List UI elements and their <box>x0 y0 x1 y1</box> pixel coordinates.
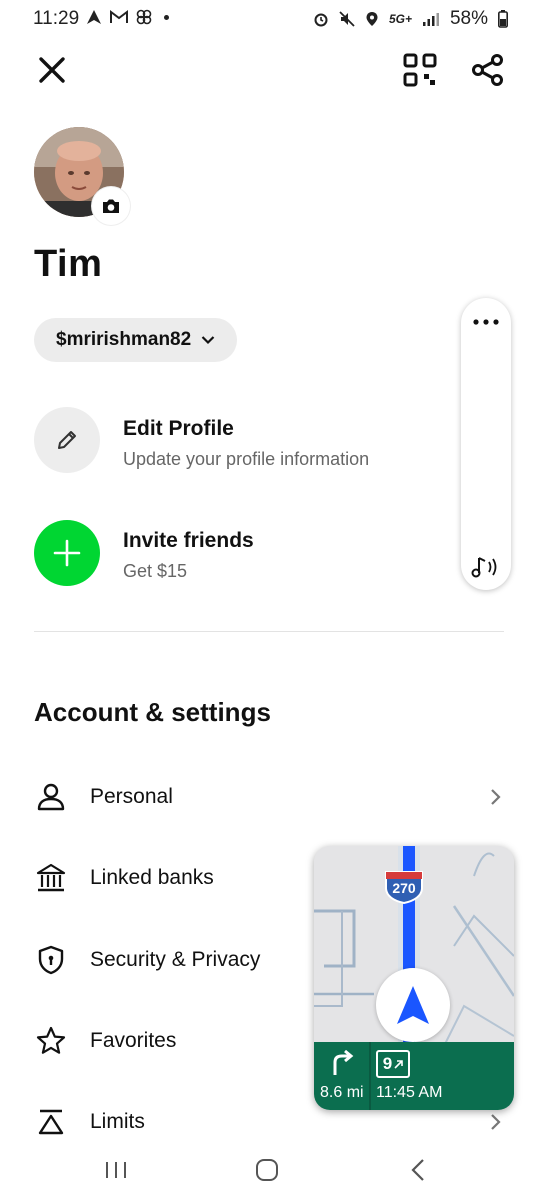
camera-icon <box>103 199 119 213</box>
edit-profile-title: Edit Profile <box>123 417 234 440</box>
share-button[interactable] <box>466 48 510 92</box>
chevron-down-icon <box>201 336 215 345</box>
more-options-button[interactable] <box>469 308 503 336</box>
settings-item-personal[interactable]: Personal <box>34 777 504 817</box>
interstate-number: 270 <box>392 880 416 896</box>
shield-icon <box>34 943 68 977</box>
turn-right-icon <box>333 1050 354 1075</box>
limits-icon <box>34 1105 68 1139</box>
floating-side-toolbar <box>461 298 511 590</box>
status-bar: 11:29 5G+ 58% <box>0 0 538 38</box>
pencil-icon <box>58 431 76 449</box>
settings-item-label: Personal <box>90 785 173 808</box>
navigation-map-overlay[interactable]: 270 9 8.6 mi 11:45 AM <box>314 846 514 1110</box>
back-icon <box>411 1159 424 1181</box>
edit-profile-row[interactable]: Edit Profile Update your profile informa… <box>34 407 454 475</box>
settings-item-favorites[interactable]: Favorites <box>34 1021 304 1061</box>
settings-item-linked-banks[interactable]: Linked banks <box>34 858 304 898</box>
distance-to-turn: 8.6 mi <box>320 1084 364 1101</box>
battery-percent: 58% <box>449 8 488 29</box>
battery-icon <box>498 10 508 28</box>
cashtag-dropdown[interactable]: $mririshman82 <box>34 318 238 362</box>
cashtag-label: $mririshman82 <box>56 329 192 350</box>
close-button[interactable] <box>30 48 74 92</box>
home-icon <box>256 1159 278 1181</box>
chevron-right-icon <box>491 789 501 805</box>
settings-item-label: Linked banks <box>90 866 214 889</box>
profile-name: Tim <box>34 243 103 285</box>
invite-friends-icon-circle <box>34 520 100 586</box>
sound-assistant-button[interactable] <box>468 552 504 582</box>
more-horizontal-icon <box>473 319 499 325</box>
system-navigation-bar <box>0 1140 538 1200</box>
back-button[interactable] <box>394 1148 442 1192</box>
status-notification-icons <box>86 9 169 25</box>
bank-icon <box>34 861 68 895</box>
recent-apps-icon <box>106 1162 126 1178</box>
change-photo-button[interactable] <box>92 187 130 225</box>
close-icon <box>39 57 65 83</box>
music-sound-icon <box>471 557 497 578</box>
eta-time: 11:45 AM <box>376 1084 443 1101</box>
settings-item-label: Security & Privacy <box>90 948 261 971</box>
signal-icon <box>422 13 439 26</box>
network-type: 5G+ <box>388 12 412 26</box>
invite-friends-row[interactable]: Invite friends Get $15 <box>34 520 454 588</box>
invite-friends-subtitle: Get $15 <box>123 561 188 581</box>
edit-profile-icon-circle <box>34 407 100 473</box>
recent-apps-button[interactable] <box>92 1148 140 1192</box>
interstate-shield: 270 <box>384 870 424 904</box>
current-location-marker <box>376 968 450 1042</box>
more-notifications-dot-icon <box>164 14 169 20</box>
settings-item-label: Limits <box>90 1110 145 1133</box>
gmail-icon <box>110 10 128 23</box>
share-icon <box>472 54 503 86</box>
alarm-icon <box>314 13 328 27</box>
status-time: 11:29 <box>33 8 80 29</box>
settings-item-label: Favorites <box>90 1029 177 1052</box>
account-settings-heading: Account & settings <box>34 697 271 727</box>
navigation-arrow-icon <box>87 10 101 24</box>
edit-profile-subtitle: Update your profile information <box>123 449 370 469</box>
invite-friends-title: Invite friends <box>123 529 254 552</box>
turn-instruction-bar[interactable]: 9 8.6 mi 11:45 AM <box>314 1042 514 1110</box>
status-system-icons: 5G+ 58% <box>313 8 508 30</box>
exit-number: 9 <box>382 1054 393 1073</box>
exit-arrow-icon <box>394 1059 404 1069</box>
star-icon <box>34 1024 68 1058</box>
settings-item-security-privacy[interactable]: Security & Privacy <box>34 940 304 980</box>
qr-code-icon <box>403 53 437 87</box>
navigation-arrow-icon <box>397 986 429 1024</box>
exit-sign: 9 <box>376 1050 410 1078</box>
divider <box>34 631 504 632</box>
home-button[interactable] <box>243 1148 291 1192</box>
mute-icon <box>339 11 355 27</box>
location-icon <box>366 12 378 26</box>
pinwheel-icon <box>136 9 152 25</box>
plus-icon <box>53 539 81 567</box>
nav-band-divider <box>369 1042 371 1110</box>
qr-code-button[interactable] <box>398 48 442 92</box>
chevron-right-icon <box>491 1114 501 1130</box>
person-icon <box>34 780 68 814</box>
